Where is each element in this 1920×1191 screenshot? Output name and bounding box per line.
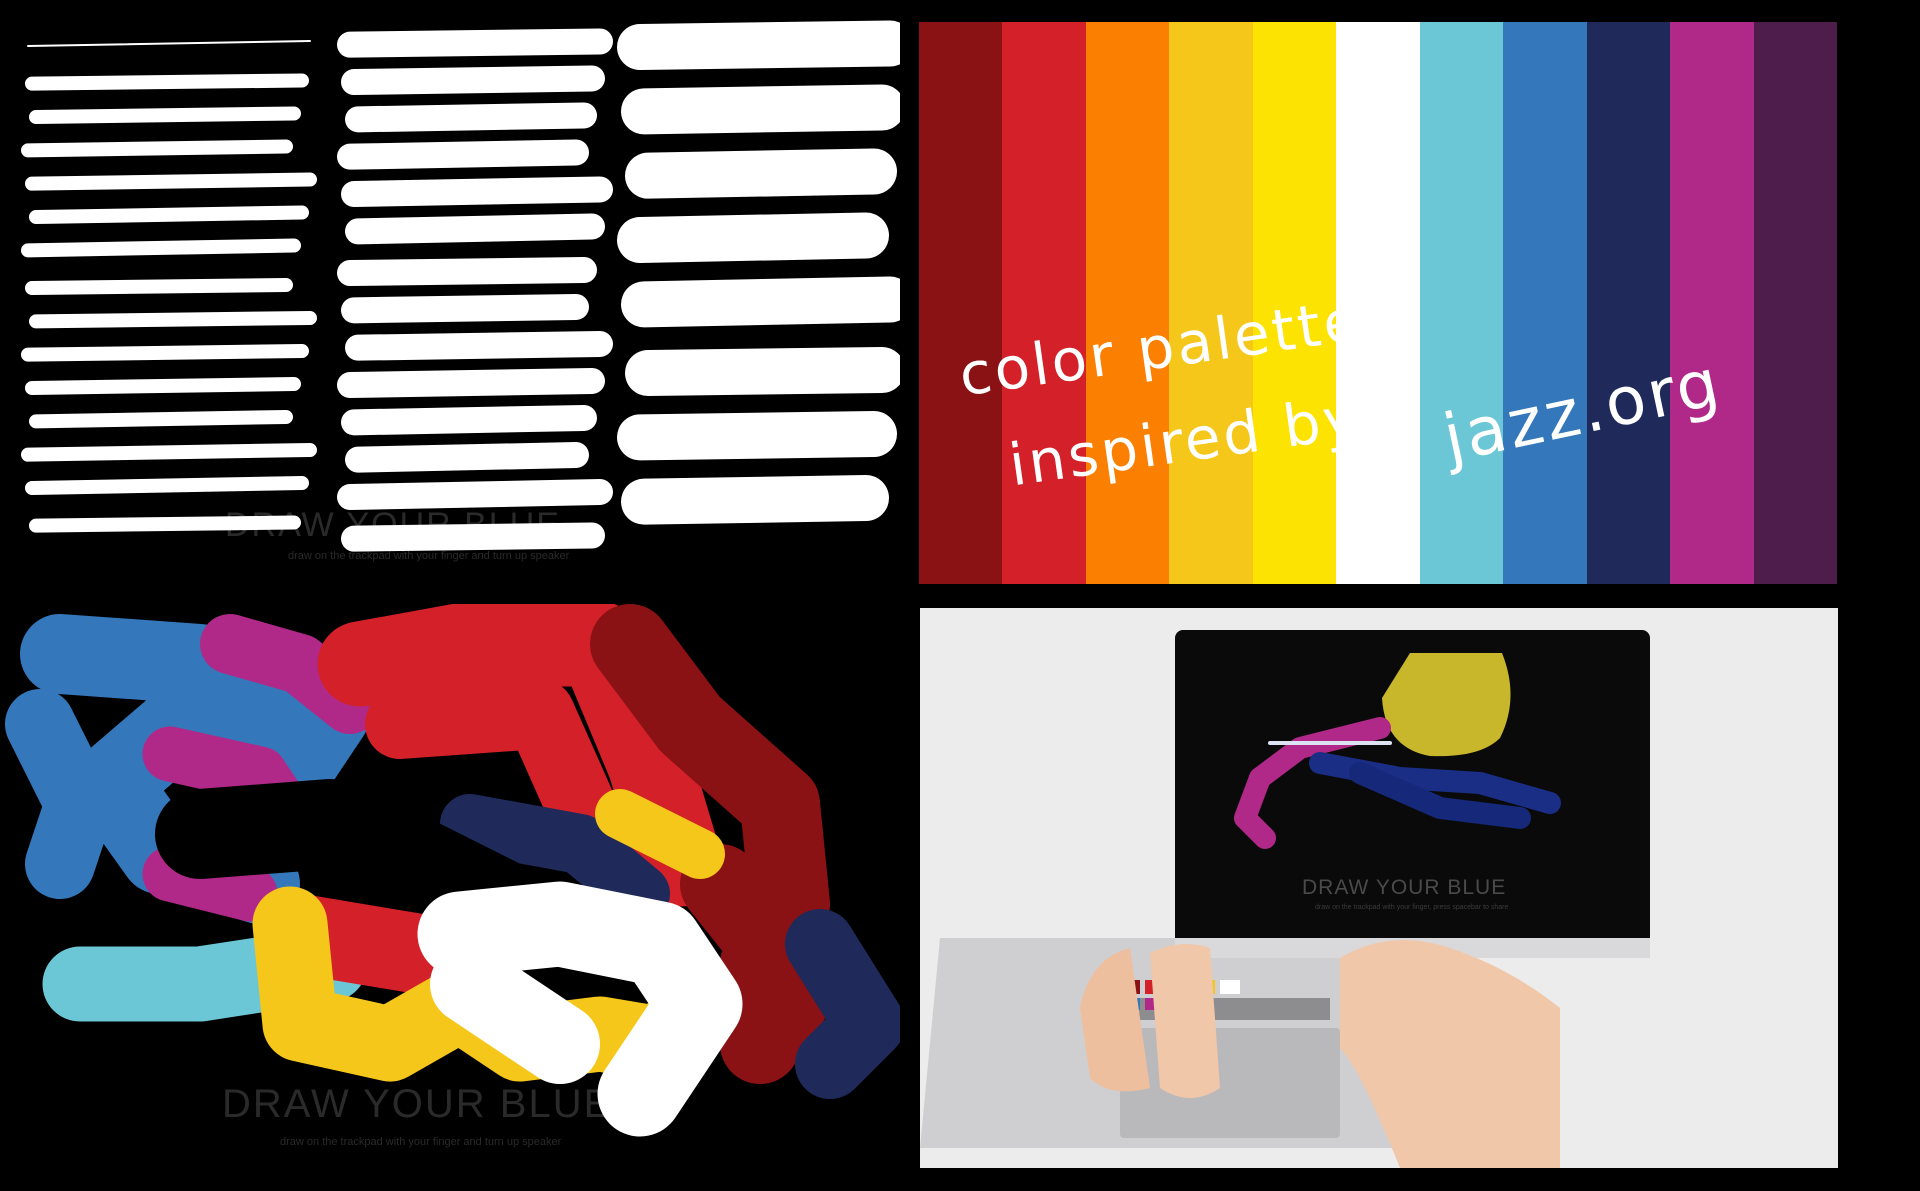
trackpad — [1120, 1028, 1340, 1138]
brush-stroke — [617, 212, 889, 263]
brush-stroke — [25, 73, 309, 91]
brush-stroke — [621, 475, 889, 525]
palette-swatch — [919, 22, 1003, 584]
brush-stroke — [341, 522, 605, 552]
brush-stroke — [21, 344, 309, 362]
brush-stroke — [25, 377, 301, 395]
brush-stroke — [345, 442, 589, 473]
brush-stroke — [21, 139, 293, 158]
brush-stroke — [345, 102, 597, 133]
brush-stroke — [29, 410, 293, 429]
brush-stroke — [341, 65, 605, 95]
laptop-photo-panel: DRAW YOUR BLUE draw on the trackpad with… — [920, 608, 1838, 1168]
brush-strokes — [21, 20, 900, 552]
brush-stroke — [625, 148, 897, 199]
color-scribble — [5, 604, 900, 1137]
brush-stroke — [345, 331, 613, 361]
brush-stroke — [625, 347, 900, 396]
color-palette-panel: color palette inspired by jazz.org — [919, 22, 1837, 584]
brush-stroke — [25, 278, 293, 295]
brush-stroke — [341, 294, 589, 324]
brush-stroke — [21, 443, 317, 462]
palette-swatch — [1503, 22, 1588, 584]
brush-stroke — [617, 20, 900, 70]
palette-swatch — [1085, 22, 1170, 584]
brush-stroke — [29, 515, 301, 533]
screen-watermark-title: DRAW YOUR BLUE — [1302, 876, 1507, 899]
brush-stroke — [21, 238, 301, 258]
brush-stroke — [337, 368, 605, 398]
brush-stroke — [337, 139, 589, 170]
brush-stroke-sample-panel: DRAW YOUR BLUE draw on the trackpad with… — [20, 18, 900, 584]
brush-stroke — [337, 28, 613, 58]
brush-stroke — [341, 405, 597, 436]
brush-stroke — [27, 40, 311, 47]
brush-stroke — [29, 311, 317, 329]
scribble-drawing-panel: DRAW YOUR BLUE draw on the trackpad with… — [0, 604, 900, 1164]
brush-stroke — [617, 411, 897, 461]
brush-stroke — [29, 106, 301, 124]
palette-swatch — [1586, 22, 1671, 584]
brush-stroke — [337, 257, 597, 286]
brush-stroke — [337, 479, 613, 510]
palette-swatch — [1753, 22, 1837, 584]
brush-stroke — [29, 205, 309, 224]
brush-stroke — [621, 276, 900, 328]
brush-stroke — [25, 476, 309, 495]
brush-stroke — [345, 213, 605, 245]
screen-watermark-subtitle: draw on the trackpad with your finger, p… — [1315, 904, 1509, 911]
brush-stroke — [25, 172, 317, 191]
brush-stroke — [621, 84, 900, 135]
brush-stroke — [341, 176, 613, 207]
palette-swatch — [1002, 22, 1087, 584]
palette-swatch — [1670, 22, 1755, 584]
palette-swatch — [1419, 22, 1504, 584]
